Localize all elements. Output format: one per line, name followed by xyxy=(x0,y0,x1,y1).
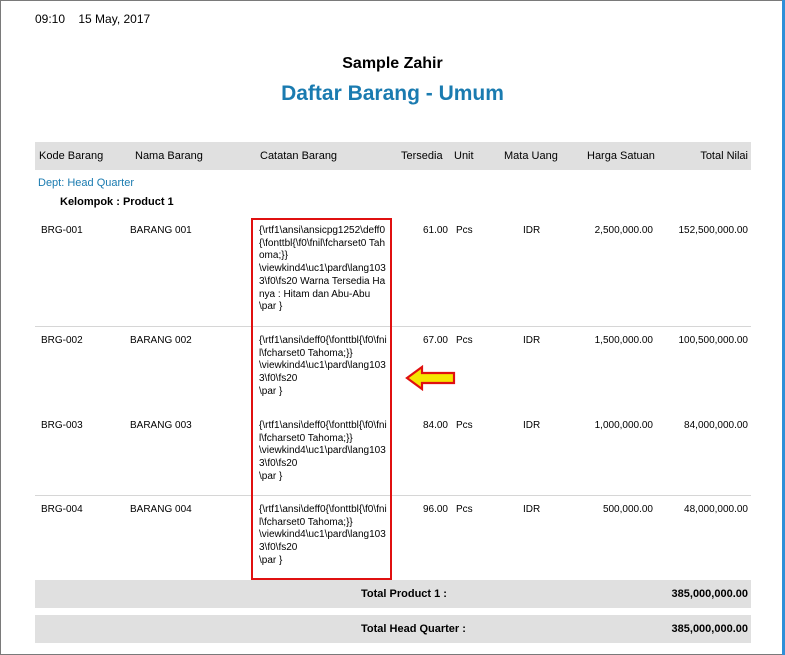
cell-mata-uang: IDR xyxy=(523,335,541,346)
row-divider xyxy=(35,326,751,327)
cell-kode: BRG-001 xyxy=(41,225,83,236)
print-datetime: 09:10 15 May, 2017 xyxy=(35,12,160,26)
cell-total: 100,500,000.00 xyxy=(678,335,748,346)
cell-tersedia: 61.00 xyxy=(422,225,448,236)
col-kode-header: Kode Barang xyxy=(39,150,104,162)
cell-nama: BARANG 003 xyxy=(130,420,192,431)
cell-mata-uang: IDR xyxy=(523,420,541,431)
company-name: Sample Zahir xyxy=(342,55,443,72)
group-label: Kelompok : Product 1 xyxy=(60,196,174,208)
cell-unit: Pcs xyxy=(456,335,473,346)
cell-unit: Pcs xyxy=(456,504,473,515)
cell-harga: 1,500,000.00 xyxy=(594,335,653,346)
col-mata-uang-header: Mata Uang xyxy=(504,150,558,162)
cell-tersedia: 84.00 xyxy=(422,420,448,431)
cell-total: 84,000,000.00 xyxy=(684,420,748,431)
cell-harga: 1,000,000.00 xyxy=(594,420,653,431)
cell-nama: BARANG 001 xyxy=(130,225,192,236)
col-nama-header: Nama Barang xyxy=(135,150,203,162)
cell-kode: BRG-004 xyxy=(41,504,83,515)
row-divider xyxy=(35,495,751,496)
col-unit-header: Unit xyxy=(454,150,474,162)
table-header: Kode Barang Nama Barang Catatan Barang T… xyxy=(35,142,751,170)
dept-total-value: 385,000,000.00 xyxy=(671,623,748,635)
cell-total: 48,000,000.00 xyxy=(684,504,748,515)
left-arrow-icon xyxy=(405,365,456,391)
cell-kode: BRG-002 xyxy=(41,335,83,346)
dept-total-row: Total Head Quarter : 385,000,000.00 xyxy=(35,615,751,643)
report-title: Daftar Barang - Umum xyxy=(281,82,504,105)
dept-total-label: Total Head Quarter : xyxy=(361,623,466,635)
cell-total: 152,500,000.00 xyxy=(678,225,748,236)
col-tersedia-header: Tersedia xyxy=(401,150,443,162)
cell-kode: BRG-003 xyxy=(41,420,83,431)
col-total-header: Total Nilai xyxy=(700,150,748,162)
cell-nama: BARANG 004 xyxy=(130,504,192,515)
print-time: 09:10 xyxy=(35,12,66,26)
cell-tersedia: 96.00 xyxy=(422,504,448,515)
group-total-row: Total Product 1 : 385,000,000.00 xyxy=(35,580,751,608)
cell-harga: 500,000.00 xyxy=(602,504,653,515)
cell-mata-uang: IDR xyxy=(523,225,541,236)
cell-mata-uang: IDR xyxy=(523,504,541,515)
cell-unit: Pcs xyxy=(456,420,473,431)
highlight-box xyxy=(251,218,392,580)
group-total-label: Total Product 1 : xyxy=(361,588,447,600)
col-catatan-header: Catatan Barang xyxy=(260,150,338,162)
cell-unit: Pcs xyxy=(456,225,473,236)
group-total-value: 385,000,000.00 xyxy=(671,588,748,600)
col-harga-header: Harga Satuan xyxy=(587,150,655,162)
cell-nama: BARANG 002 xyxy=(130,335,192,346)
dept-label: Dept: Head Quarter xyxy=(38,177,134,189)
cell-tersedia: 67.00 xyxy=(422,335,448,346)
cell-harga: 2,500,000.00 xyxy=(594,225,653,236)
print-date: 15 May, 2017 xyxy=(78,12,151,26)
